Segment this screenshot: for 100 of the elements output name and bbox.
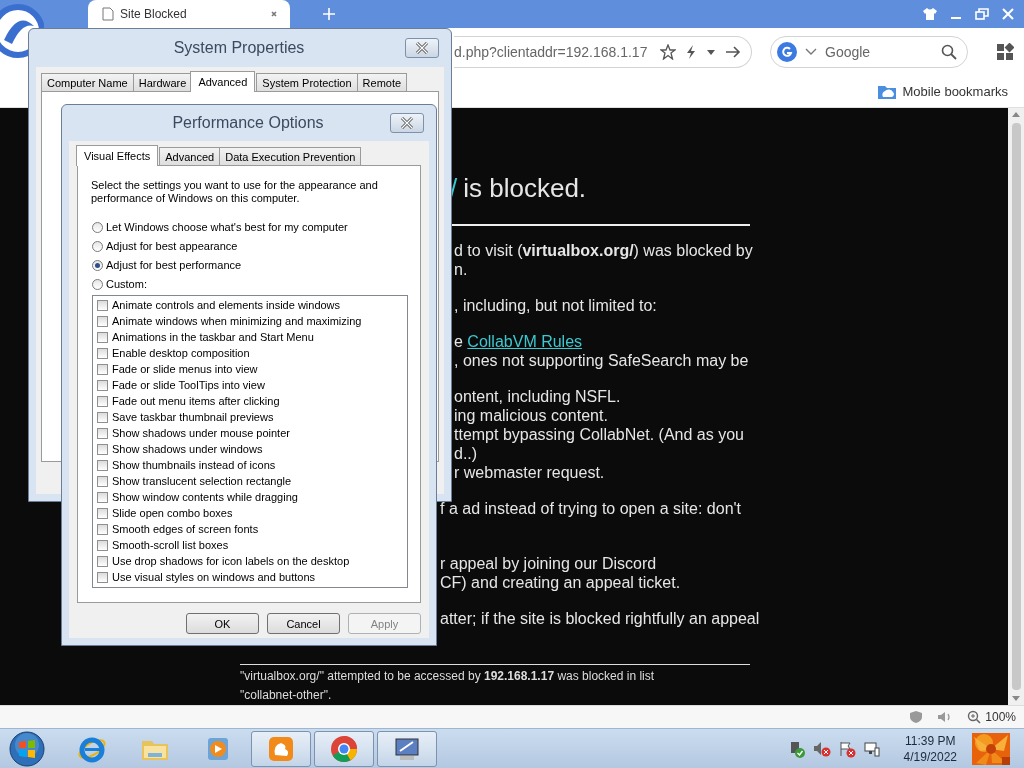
close-icon [415, 42, 429, 54]
dialog-tab[interactable]: Advanced [159, 147, 221, 165]
checkbox-label: Animations in the taskbar and Start Menu [112, 331, 314, 343]
checkbox-label: Fade out menu items after clicking [112, 395, 280, 407]
checkbox[interactable] [97, 523, 108, 535]
checkbox[interactable] [97, 299, 108, 311]
computer-icon[interactable] [862, 739, 881, 758]
arrow-icon[interactable] [725, 44, 741, 59]
search-input[interactable]: Google [825, 43, 933, 60]
clock-time[interactable]: 11:39 PM [905, 732, 956, 749]
footer-text: "virtualbox.org/" attempted to be accessed by 192.168.1.17 was blocked in list [240, 668, 655, 685]
radio-button[interactable] [92, 259, 103, 271]
checkbox[interactable] [97, 555, 108, 567]
checkbox-label: Slide open combo boxes [112, 507, 233, 519]
radio-label: Adjust for best performance [106, 259, 242, 271]
caret-icon[interactable] [805, 47, 817, 56]
checkbox-label: Fade or slide ToolTips into view [112, 379, 265, 391]
checkbox-label: Smooth-scroll list boxes [112, 539, 229, 551]
checkbox[interactable] [97, 571, 108, 583]
shield-icon[interactable] [909, 710, 924, 724]
flag-icon[interactable] [837, 739, 856, 758]
scroll-down-icon[interactable] [1012, 696, 1020, 701]
checkbox[interactable] [97, 443, 108, 455]
checkbox[interactable] [97, 331, 108, 343]
checkbox[interactable] [97, 379, 108, 391]
body-text: ing malicious content. [454, 406, 608, 425]
checkbox-label: Fade or slide menus into view [112, 363, 258, 375]
plus-icon[interactable] [322, 7, 336, 21]
taskbar-button[interactable] [314, 730, 374, 767]
checkbox-label: Smooth edges of screen fonts [112, 523, 259, 535]
body-text: d to visit (virtualbox.org/) was blocked by [454, 241, 753, 260]
scroll-up-icon[interactable] [1012, 112, 1020, 117]
page-heading: is blocked. [463, 172, 587, 204]
checkbox-label: Enable desktop composition [112, 347, 250, 359]
body-text: r appeal by joining our Discord [440, 554, 657, 573]
radio-label: Custom: [106, 278, 147, 290]
checkbox[interactable] [97, 475, 108, 487]
body-text: ttempt bypassing CollabNet. (And as you [454, 425, 744, 444]
close-icon[interactable] [1000, 7, 1016, 21]
shirt-icon[interactable] [922, 7, 938, 21]
dialog-tab[interactable]: Advanced [190, 71, 256, 92]
checkbox-label: Show window contents while dragging [112, 491, 298, 503]
browser-tab[interactable]: Site Blocked [88, 0, 290, 28]
checkbox-label: Use visual styles on windows and buttons [112, 571, 315, 583]
checkbox[interactable] [97, 395, 108, 407]
checkbox[interactable] [97, 315, 108, 327]
checkbox-label: Show translucent selection rectangle [112, 475, 292, 487]
body-text: f a ad instead of trying to open a site: don't [440, 499, 742, 518]
checkbox-label: Show shadows under windows [112, 443, 263, 455]
restore-icon[interactable] [974, 7, 990, 21]
dialog-tab[interactable]: Remote [356, 73, 408, 91]
checkbox-label: Show shadows under mouse pointer [112, 427, 290, 439]
radio-label: Let Windows choose what's best for my computer [106, 221, 348, 233]
checkbox[interactable] [97, 411, 108, 423]
taskbar-button[interactable] [377, 730, 437, 767]
caret-icon[interactable] [706, 47, 716, 56]
radio-button[interactable] [92, 278, 103, 290]
close-button[interactable] [390, 113, 424, 133]
star-icon[interactable] [660, 43, 676, 60]
document-icon [102, 7, 114, 21]
body-text: , ones not supporting SafeSearch may be [454, 351, 749, 370]
checkbox[interactable] [97, 491, 108, 503]
dialog-button[interactable]: Cancel [267, 613, 340, 634]
checkbox-label: Save taskbar thumbnail previews [112, 411, 274, 423]
dialog-tab[interactable]: Data Execution Prevention [219, 147, 362, 165]
radio-label: Adjust for best appearance [106, 240, 238, 252]
radio-button[interactable] [92, 221, 103, 233]
rules-link[interactable]: CollabVM Rules [467, 333, 583, 350]
search-icon[interactable] [941, 43, 957, 60]
checkbox-label: Show thumbnails instead of icons [112, 459, 276, 471]
checkbox[interactable] [97, 459, 108, 471]
dialog-button[interactable]: OK [186, 613, 259, 634]
dialog-tab[interactable]: Hardware [132, 73, 193, 91]
body-text: CF) and creating an appeal ticket. [440, 573, 681, 592]
checkbox[interactable] [97, 347, 108, 359]
radio-button[interactable] [92, 240, 103, 252]
dialog-tab[interactable]: System Protection [256, 73, 358, 91]
dialog-title: Performance Options [171, 114, 325, 132]
body-text: r webmaster request. [454, 463, 605, 482]
checkbox-label: Use drop shadows for icon labels on the desktop [112, 555, 350, 567]
scrollbar-thumb[interactable] [1011, 123, 1021, 690]
g-logo-icon[interactable] [777, 41, 797, 62]
taskbar-button[interactable] [251, 730, 311, 767]
checkbox[interactable] [97, 363, 108, 375]
bookmark-link[interactable]: Mobile bookmarks [902, 83, 1008, 99]
body-text: d..) [454, 444, 478, 463]
clock-date[interactable]: 4/19/2022 [903, 748, 957, 765]
grid-icon[interactable] [996, 42, 1014, 61]
checkbox-label: Animate windows when minimizing and maximizing [112, 315, 362, 327]
zoom-icon[interactable] [967, 710, 982, 724]
close-button[interactable] [405, 38, 439, 58]
start-button[interactable] [7, 729, 47, 768]
checkbox[interactable] [97, 507, 108, 519]
dialog-tab[interactable]: Computer Name [41, 73, 134, 91]
body-text: , including, but not limited to: [454, 296, 657, 315]
checkbox[interactable] [97, 427, 108, 439]
body-text: n. [454, 260, 468, 279]
checkbox[interactable] [97, 539, 108, 551]
body-text: atter; if the site is blocked rightfully an appeal [440, 609, 760, 628]
dialog-tab[interactable]: Visual Effects [76, 145, 159, 166]
